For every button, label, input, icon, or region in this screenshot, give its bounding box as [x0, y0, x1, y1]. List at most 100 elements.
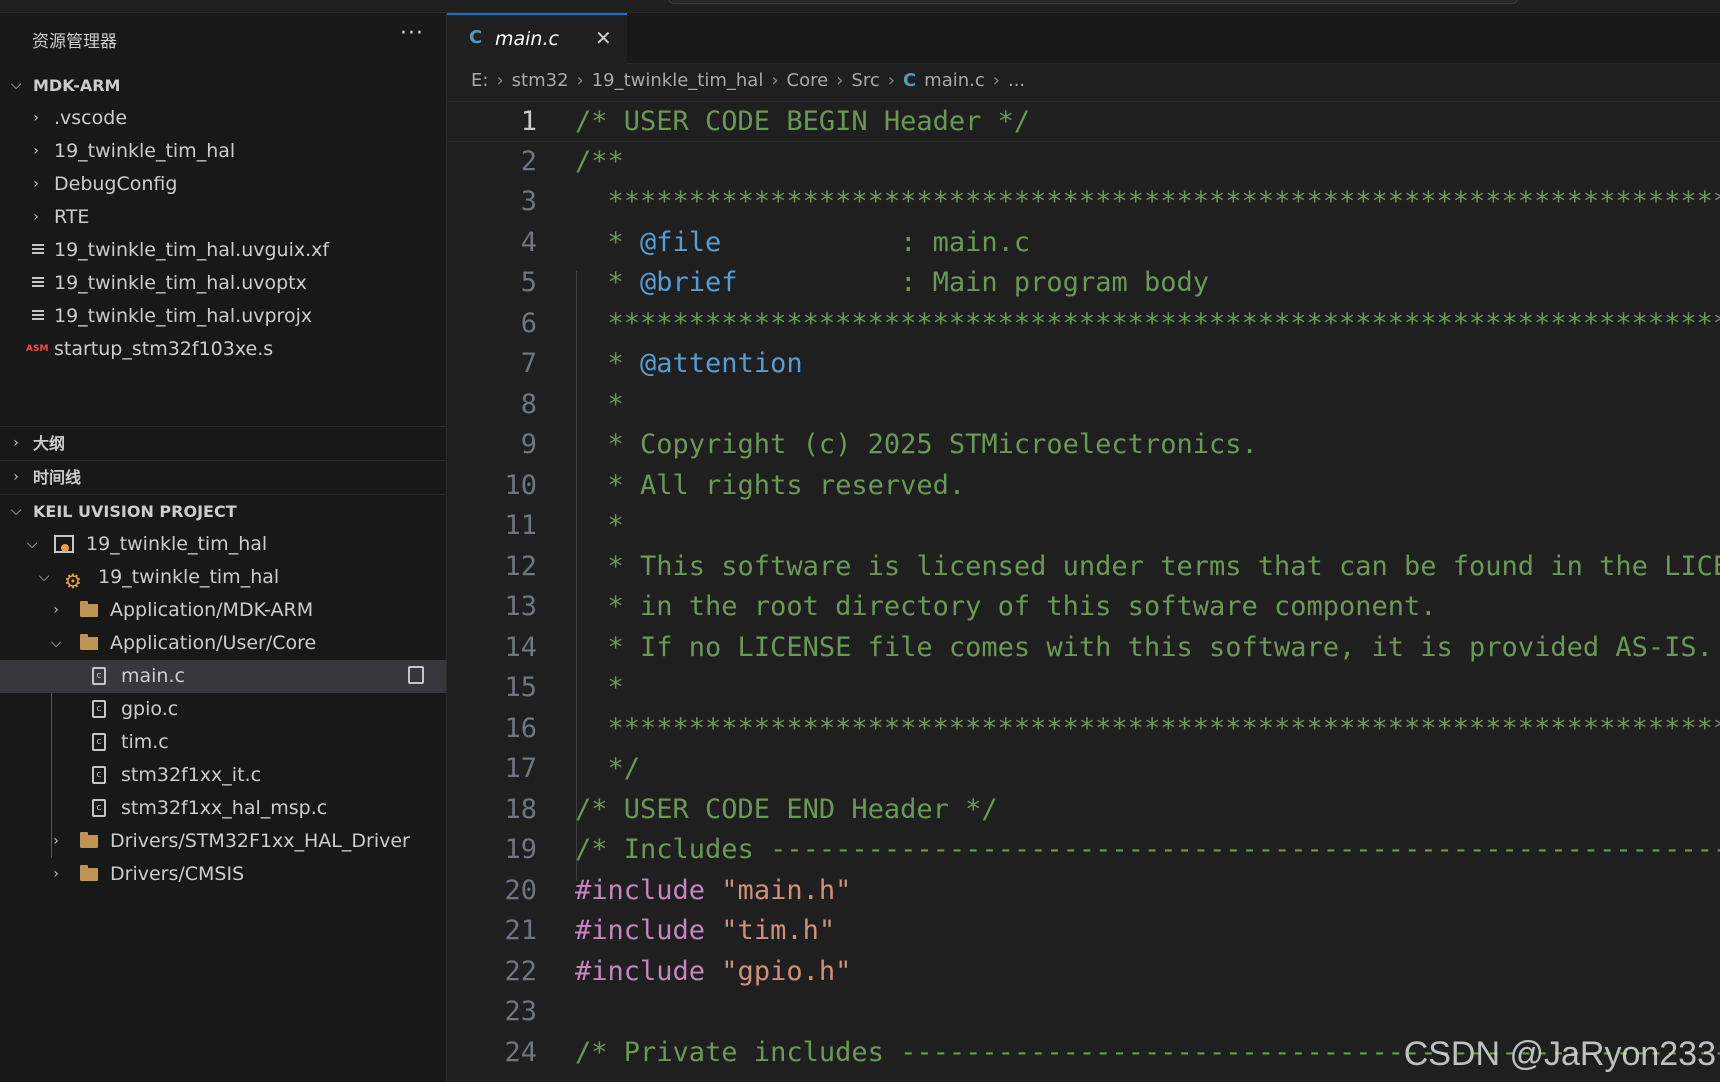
code-line[interactable]: 6 **************************************…: [447, 304, 1720, 345]
code-line[interactable]: 22 #include "gpio.h": [447, 952, 1720, 993]
chevron-right-icon: ›: [33, 110, 39, 126]
section-outline[interactable]: › 大纲: [0, 427, 446, 460]
breadcrumb-item[interactable]: E:: [471, 64, 488, 97]
code-text: * @file : main.c: [575, 223, 1031, 264]
chevron-down-icon: ⌵: [10, 503, 22, 519]
title-bar: [0, 0, 1720, 13]
tree-item-uvprojx[interactable]: 19_twinkle_tim_hal.uvprojx: [0, 300, 446, 333]
code-line[interactable]: 9 * Copyright (c) 2025 STMicroelectronic…: [447, 425, 1720, 466]
code-text: */: [575, 753, 641, 784]
code-text: #include "main.h": [575, 871, 851, 912]
code-line[interactable]: 13 * in the root directory of this softw…: [447, 587, 1720, 628]
folder-icon: [80, 832, 98, 848]
code-line[interactable]: 17 */: [447, 749, 1720, 790]
code-editor[interactable]: 1/* USER CODE BEGIN Header */2/** 3 *****…: [447, 101, 1720, 1073]
section-timeline[interactable]: › 时间线: [0, 461, 446, 494]
code-text: * This software is licensed under terms …: [607, 550, 1720, 582]
code-line[interactable]: 19 /* Includes --------------------------…: [447, 830, 1720, 871]
line-number: 1: [520, 106, 537, 137]
section-title: 时间线: [33, 468, 82, 487]
code-line[interactable]: 2 /**: [447, 142, 1720, 183]
keil-file-it-c[interactable]: c stm32f1xx_it.c: [0, 759, 446, 792]
tab-label: main.c: [495, 28, 559, 50]
tree-item-uvguix[interactable]: 19_twinkle_tim_hal.uvguix.xf: [0, 234, 446, 267]
chevron-right-icon: ›: [13, 469, 19, 485]
keil-group-user-core[interactable]: ⌵ Application/User/Core: [0, 627, 446, 660]
keil-group-mdk-arm[interactable]: › Application/MDK-ARM: [0, 594, 446, 627]
c-language-icon: C: [469, 27, 483, 48]
line-number: 22: [504, 955, 537, 987]
string-token: "main.h": [705, 874, 852, 906]
tree-item-debugconfig[interactable]: › DebugConfig: [0, 168, 446, 201]
tree-item-label: Application/MDK-ARM: [110, 599, 314, 621]
line-number: 20: [504, 874, 537, 906]
command-center[interactable]: [668, 0, 1518, 4]
breadcrumb-item[interactable]: main.c: [924, 64, 985, 97]
more-actions-icon[interactable]: ···: [400, 21, 424, 46]
line-number: 4: [520, 226, 537, 258]
line-number: 10: [504, 469, 537, 501]
code-line[interactable]: 20 #include "main.h": [447, 871, 1720, 912]
tree-item-vscode[interactable]: › .vscode: [0, 102, 446, 135]
breadcrumb-item[interactable]: ...: [1008, 64, 1025, 97]
keil-target-node[interactable]: ⌵ ⚙ 19_twinkle_tim_hal: [0, 561, 446, 594]
tree-item-label: DebugConfig: [54, 173, 178, 195]
line-number: 21: [504, 915, 537, 946]
code-line[interactable]: 18 /* USER CODE END Header */: [447, 790, 1720, 831]
code-text: /* Includes ----------------------------…: [575, 834, 1720, 865]
keil-file-main-c[interactable]: c main.c: [0, 660, 446, 693]
doc-tag-token: @file: [640, 226, 722, 258]
breadcrumb-item[interactable]: 19_twinkle_tim_hal: [592, 64, 764, 97]
copy-icon[interactable]: [408, 666, 424, 684]
comment-token: *: [575, 348, 641, 379]
code-line[interactable]: 11 *: [447, 506, 1720, 547]
section-title: KEIL UVISION PROJECT: [33, 502, 237, 521]
code-line[interactable]: 4 * @file : main.c: [447, 223, 1720, 264]
breadcrumb-item[interactable]: Src: [851, 64, 879, 97]
tree-item-label: Drivers/STM32F1xx_HAL_Driver: [110, 830, 410, 852]
code-line[interactable]: 10 * All rights reserved.: [447, 466, 1720, 507]
code-line[interactable]: 8 *: [447, 385, 1720, 426]
file-lines-icon: [32, 244, 44, 257]
tree-item-folder[interactable]: › 19_twinkle_tim_hal: [0, 135, 446, 168]
code-line[interactable]: 23: [447, 992, 1720, 1033]
tree-item-startup[interactable]: ASM startup_stm32f103xe.s: [0, 333, 446, 366]
line-number: 16: [504, 712, 537, 744]
code-line[interactable]: 14 * If no LICENSE file comes with this …: [447, 628, 1720, 669]
tree-item-label: 19_twinkle_tim_hal: [54, 140, 236, 162]
code-line[interactable]: 5 * @brief : Main program body: [447, 263, 1720, 304]
code-line[interactable]: 16 *************************************…: [447, 709, 1720, 750]
c-file-icon: c: [92, 733, 106, 751]
tree-item-label: main.c: [121, 665, 185, 687]
tab-main-c[interactable]: C main.c ✕: [447, 13, 627, 64]
line-number: 18: [504, 793, 537, 825]
section-keil-project[interactable]: ⌵ KEIL UVISION PROJECT: [0, 495, 446, 528]
section-mdk-arm[interactable]: ⌵ MDK-ARM: [0, 69, 446, 102]
editor-area: C main.c ✕ E: › stm32 › 19_twinkle_tim_hal › C…: [447, 13, 1720, 1082]
code-line[interactable]: 7 * @attention: [447, 344, 1720, 385]
code-line[interactable]: 12 * This software is licensed under ter…: [447, 547, 1720, 588]
tree-item-label: stm32f1xx_it.c: [121, 764, 262, 786]
keil-group-cmsis[interactable]: › Drivers/CMSIS: [0, 858, 446, 891]
breadcrumb: E: › stm32 › 19_twinkle_tim_hal › Core › Src › Cma…: [447, 64, 1720, 97]
tree-item-label: startup_stm32f103xe.s: [54, 338, 274, 360]
keil-group-hal-driver[interactable]: › Drivers/STM32F1xx_HAL_Driver: [0, 825, 446, 858]
c-file-icon: c: [92, 766, 106, 784]
breadcrumb-item[interactable]: stm32: [512, 64, 569, 97]
close-icon[interactable]: ✕: [595, 26, 612, 50]
keil-file-gpio-c[interactable]: c gpio.c: [0, 693, 446, 726]
comment-token: *: [575, 226, 641, 258]
tree-item-rte[interactable]: › RTE: [0, 201, 446, 234]
breadcrumb-item[interactable]: Core: [787, 64, 829, 97]
keil-file-tim-c[interactable]: c tim.c: [0, 726, 446, 759]
code-line[interactable]: 15 *: [447, 668, 1720, 709]
code-line[interactable]: 3 **************************************…: [447, 182, 1720, 223]
chevron-down-icon: ⌵: [50, 635, 62, 651]
doc-tag-token: @attention: [640, 348, 803, 379]
explorer-header: 资源管理器 ···: [0, 13, 446, 69]
tree-item-uvoptx[interactable]: 19_twinkle_tim_hal.uvoptx: [0, 267, 446, 300]
code-line[interactable]: 21 #include "tim.h": [447, 911, 1720, 952]
keil-file-hal-msp-c[interactable]: c stm32f1xx_hal_msp.c: [0, 792, 446, 825]
keil-project-node[interactable]: ⌵ 19_twinkle_tim_hal: [0, 528, 446, 561]
code-line[interactable]: 1 /* USER CODE BEGIN Header */: [447, 101, 1720, 142]
